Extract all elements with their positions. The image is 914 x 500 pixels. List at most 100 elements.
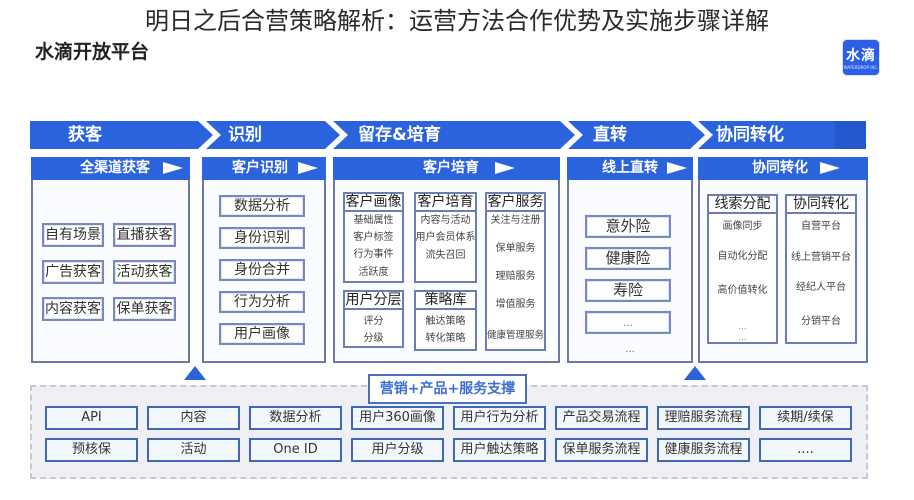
- group-item: 客户标签: [353, 232, 394, 243]
- group-title: 客户培育: [416, 194, 475, 212]
- capability-cell: 用户触达策略: [453, 438, 546, 462]
- capability-cell: 健康服务流程: [657, 438, 750, 462]
- group-collab-conversion: 协同转化 自营平台 线上营销平台 经纪人平台 分销平台: [785, 194, 857, 344]
- group-item: 内容与活动: [420, 215, 471, 226]
- group-title: 策略库: [416, 292, 475, 310]
- capability-cell: 用户行为分析: [453, 406, 546, 430]
- capability-cell: One ID: [249, 438, 342, 462]
- group-item: 保单服务: [495, 243, 536, 254]
- group-title: 线索分配: [709, 196, 776, 214]
- channel-grid: 自有场景 直播获客 广告获客 活动获客 内容获客 保单获客: [42, 223, 176, 321]
- stage-label-retain: 留存&培育: [358, 125, 441, 145]
- group-item: 经纪人平台: [796, 282, 846, 293]
- group-item: 高价值转化: [717, 285, 768, 296]
- play-arrow-icon: [495, 162, 515, 174]
- more-indicator: ...: [625, 344, 635, 355]
- stage-label-acquire: 获客: [68, 125, 102, 145]
- play-arrow-icon: [667, 162, 687, 174]
- panel-title: 客户培育: [423, 160, 479, 176]
- page-title: 明日之后合营策略解析：运营方法合作优势及实施步骤详解: [145, 7, 769, 35]
- group-lead-allocation: 线索分配 画像同步 自动化分配 高价值转化 ... ...: [707, 194, 778, 344]
- group-item: 触达策略: [425, 316, 466, 327]
- logo-subtext: WATERDROP INC.: [843, 65, 879, 70]
- channel-item: 活动获客: [113, 260, 176, 284]
- group-item: ...: [738, 333, 747, 343]
- group-title: 客户服务: [487, 194, 544, 212]
- panel-acquisition: 全渠道获客 自有场景 直播获客 广告获客 活动获客 内容获客 保单获客: [31, 157, 190, 363]
- capability-cell: 产品交易流程: [555, 406, 648, 430]
- group-item: 流失召回: [425, 250, 466, 261]
- group-item: 用户会员体系: [415, 232, 476, 243]
- panel-title: 线上直转: [602, 160, 658, 176]
- panel-header: 协同转化: [698, 157, 868, 180]
- capability-cell: ....: [759, 438, 852, 462]
- group-item: 健康管理服务: [486, 330, 544, 341]
- channel-item: 自有场景: [42, 223, 104, 247]
- group-strategy-library: 策略库 触达策略 转化策略: [414, 290, 477, 351]
- group-item: 理赔服务: [495, 271, 536, 282]
- group-user-tiering: 用户分层 评分 分级: [343, 290, 404, 348]
- stage-arrow-convert: [568, 121, 705, 149]
- product-item: ...: [585, 311, 671, 334]
- channel-item: 内容获客: [42, 297, 104, 321]
- identify-step: 用户画像: [219, 323, 305, 345]
- group-title: 协同转化: [787, 196, 855, 214]
- stage-arrow-acquire: [30, 121, 213, 149]
- capability-cell: 数据分析: [249, 406, 342, 430]
- capability-cell: 内容: [147, 406, 240, 430]
- group-item: 活跃度: [358, 267, 389, 278]
- group-item: 行为事件: [353, 249, 394, 260]
- group-item: 分级: [363, 333, 384, 344]
- capability-cell: 预核保: [45, 438, 138, 462]
- play-arrow-icon: [163, 162, 183, 174]
- panel-header: 线上直转: [567, 157, 693, 180]
- identify-step: 数据分析: [219, 195, 305, 217]
- group-item: 自动化分配: [717, 251, 768, 262]
- group-item: 转化策略: [425, 333, 466, 344]
- up-arrow-icon: [684, 366, 706, 380]
- panel-title: 全渠道获客: [80, 160, 150, 176]
- group-item: 评分: [363, 316, 384, 327]
- capability-cell: API: [45, 406, 138, 430]
- platform-name: 水滴开放平台: [35, 41, 150, 63]
- group-item: 分销平台: [801, 316, 841, 327]
- panel-collaboration: 协同转化 线索分配 画像同步 自动化分配 高价值转化 ... ... 协同转化 …: [698, 157, 868, 363]
- channel-item: 直播获客: [113, 223, 176, 247]
- up-arrow-icon: [184, 366, 206, 380]
- group-customer-cultivation: 客户培育 内容与活动 用户会员体系 流失召回: [414, 192, 477, 283]
- product-item: 健康险: [585, 247, 671, 270]
- waterdrop-logo: 水滴 WATERDROP INC.: [842, 39, 880, 76]
- play-arrow-icon: [820, 162, 840, 174]
- capability-cell: 续期/续保: [759, 406, 852, 430]
- stage-band-end-block: [835, 121, 866, 149]
- capability-cell: 活动: [147, 438, 240, 462]
- play-arrow-icon: [298, 162, 318, 174]
- identify-step: 行为分析: [219, 291, 305, 313]
- support-capability-grid: API 内容 数据分析 用户360画像 用户行为分析 产品交易流程 理赔服务流程…: [45, 406, 852, 462]
- capability-cell: 理赔服务流程: [657, 406, 750, 430]
- group-title: 用户分层: [345, 292, 402, 310]
- identify-step: 身份合并: [219, 259, 305, 281]
- panel-header: 客户识别: [202, 157, 326, 180]
- panel-identification: 客户识别 数据分析 身份识别 身份合并 行为分析 用户画像: [202, 157, 326, 363]
- product-list: 意外险 健康险 寿险 ...: [585, 215, 671, 334]
- group-customer-profile: 客户画像 基础属性 客户标签 行为事件 活跃度: [343, 192, 404, 283]
- group-title: 客户画像: [345, 194, 402, 212]
- capability-cell: 用户360画像: [351, 406, 444, 430]
- group-item: 增值服务: [495, 299, 536, 310]
- stage-arrow-identify: [206, 121, 340, 149]
- logo-text: 水滴: [846, 48, 876, 64]
- group-item: 画像同步: [722, 221, 763, 232]
- group-item: 自营平台: [801, 221, 841, 232]
- identify-steps: 数据分析 身份识别 身份合并 行为分析 用户画像: [219, 195, 305, 345]
- panel-title: 协同转化: [752, 160, 808, 176]
- support-layer-title: 营销+产品+服务支撑: [368, 374, 527, 404]
- stage-label-convert: 直转: [593, 125, 627, 145]
- panel-conversion: 线上直转 意外险 健康险 寿险 ... ...: [567, 157, 693, 363]
- group-item: 线上营销平台: [791, 252, 851, 263]
- identify-step: 身份识别: [219, 227, 305, 249]
- panel-header: 全渠道获客: [31, 157, 190, 180]
- product-item: 寿险: [585, 279, 671, 302]
- panel-title: 客户识别: [232, 160, 288, 176]
- stage-label-identify: 识别: [228, 125, 262, 145]
